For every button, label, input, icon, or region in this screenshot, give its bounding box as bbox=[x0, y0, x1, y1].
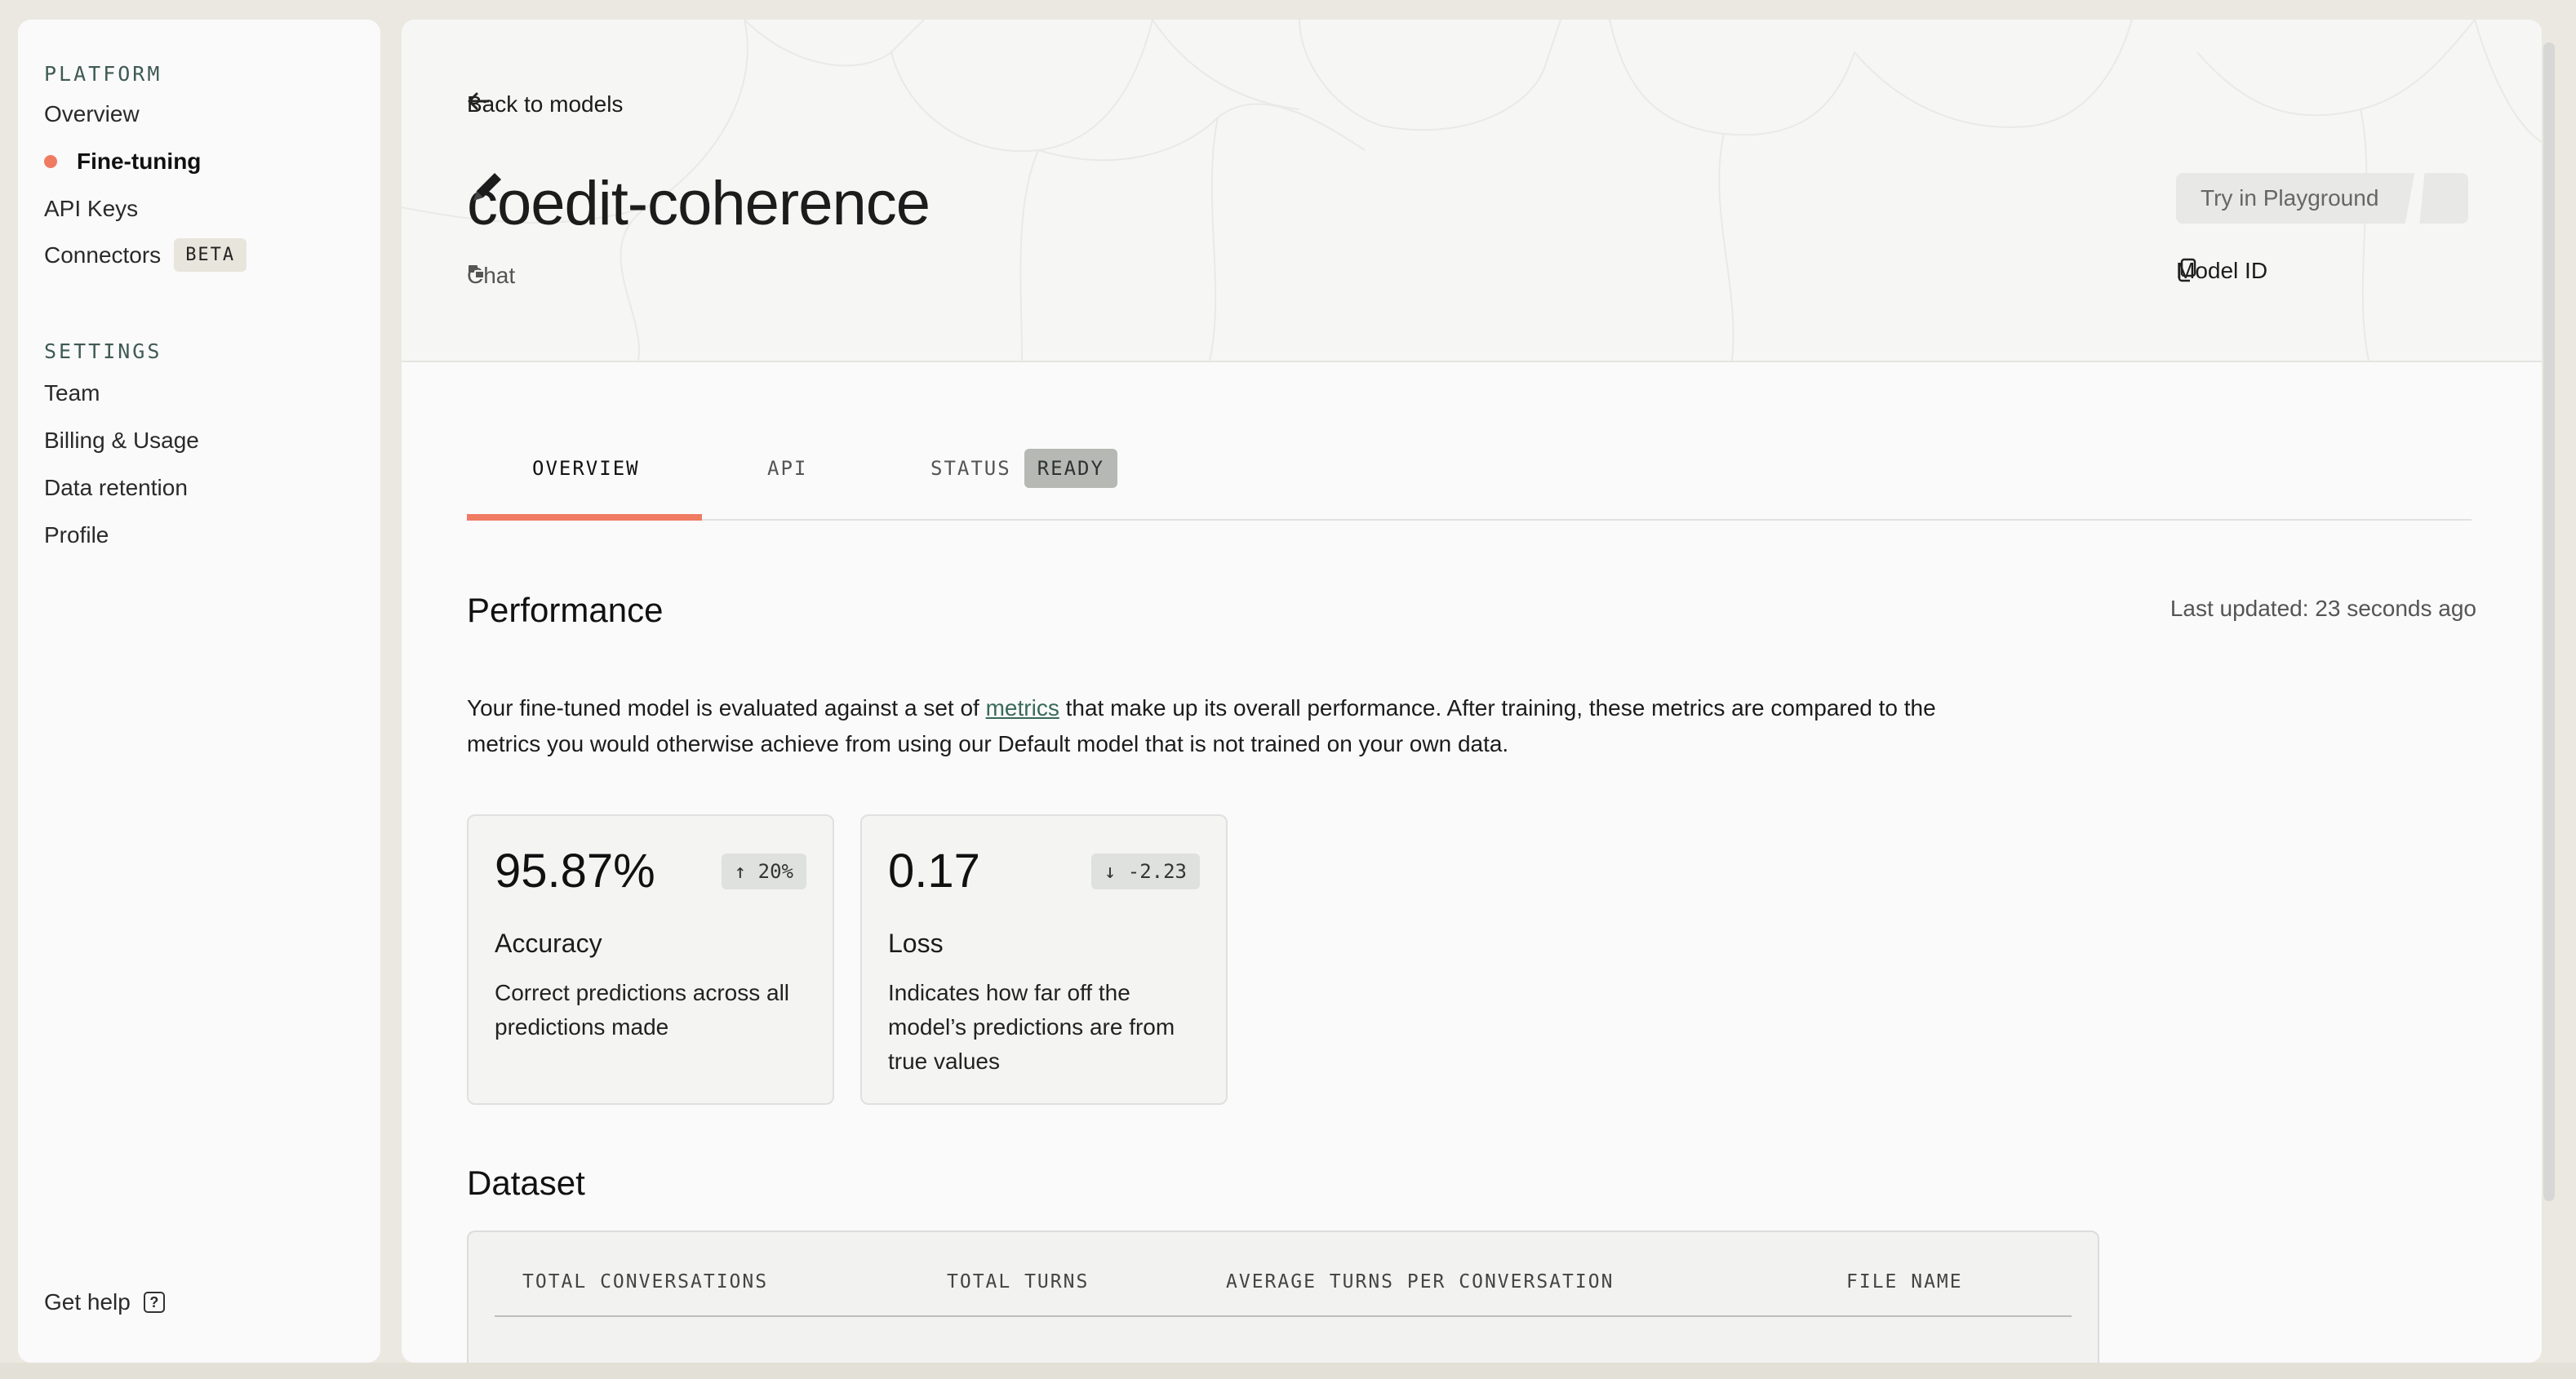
metrics-link[interactable]: metrics bbox=[986, 695, 1059, 721]
column-header: FILE NAME bbox=[1846, 1271, 1963, 1293]
main-panel: Back to models coedit-coherence Chat Try… bbox=[402, 20, 2542, 1363]
chat-icon bbox=[469, 265, 485, 279]
get-help-label: Get help bbox=[44, 1289, 131, 1315]
sidebar-item-label: Data retention bbox=[44, 475, 188, 500]
performance-description: Your fine-tuned model is evaluated again… bbox=[467, 690, 1969, 762]
sidebar-item-label: Overview bbox=[44, 101, 140, 126]
model-id-row: Model ID bbox=[2176, 258, 2267, 284]
sidebar-item-api-keys[interactable]: API Keys bbox=[44, 196, 138, 222]
metric-value: 95.87% bbox=[495, 845, 655, 898]
page-title-row: coedit-coherence bbox=[467, 168, 930, 239]
window-bottom-edge bbox=[0, 1363, 2576, 1379]
sidebar-item-connectors[interactable]: Connectors BETA bbox=[44, 238, 247, 272]
model-type: Chat bbox=[467, 263, 515, 289]
active-tab-indicator bbox=[467, 514, 702, 521]
tab-overview-label: OVERVIEW bbox=[532, 457, 640, 480]
status-badge: READY bbox=[1024, 449, 1117, 488]
column-header: TOTAL CONVERSATIONS bbox=[522, 1271, 769, 1293]
tab-status-label: STATUS bbox=[930, 457, 1011, 480]
beta-badge: BETA bbox=[174, 238, 247, 272]
sidebar-item-fine-tuning[interactable]: Fine-tuning bbox=[44, 149, 201, 175]
sidebar-item-label: API Keys bbox=[44, 196, 139, 221]
arrow-up-icon: ↑ bbox=[734, 860, 747, 883]
sidebar-item-data-retention[interactable]: Data retention bbox=[44, 475, 188, 501]
column-header: TOTAL TURNS bbox=[947, 1271, 1090, 1293]
copy-icon[interactable] bbox=[2176, 258, 2197, 282]
column-header: AVERAGE TURNS PER CONVERSATION bbox=[1226, 1271, 1614, 1293]
tab-api-label: API bbox=[767, 457, 808, 480]
settings-heading: SETTINGS bbox=[44, 339, 162, 363]
sidebar-item-label: Profile bbox=[44, 522, 109, 548]
metric-card-accuracy: 95.87% ↑ 20% Accuracy Correct prediction… bbox=[467, 814, 834, 1105]
desc-text-before: Your fine-tuned model is evaluated again… bbox=[467, 695, 986, 721]
try-in-playground-button[interactable]: Try in Playground bbox=[2176, 173, 2415, 224]
sidebar: PLATFORM Overview Fine-tuning API Keys C… bbox=[18, 20, 380, 1363]
metric-label: Loss bbox=[888, 929, 944, 958]
sidebar-item-label: Team bbox=[44, 380, 100, 406]
sidebar-item-label: Connectors bbox=[44, 242, 162, 268]
back-label: Back to models bbox=[467, 91, 624, 117]
sidebar-item-label: Fine-tuning bbox=[77, 149, 202, 174]
back-to-models-link[interactable]: Back to models bbox=[467, 91, 623, 118]
tab-overview[interactable]: OVERVIEW bbox=[532, 457, 640, 480]
page-title: coedit-coherence bbox=[467, 169, 930, 238]
metric-value: 0.17 bbox=[888, 845, 980, 898]
try-in-playground-label: Try in Playground bbox=[2201, 185, 2379, 211]
tab-api[interactable]: API bbox=[767, 457, 807, 480]
sidebar-item-profile[interactable]: Profile bbox=[44, 522, 109, 548]
metric-description: Indicates how far off the model’s predic… bbox=[888, 980, 1175, 1074]
metric-delta-badge: ↑ 20% bbox=[721, 854, 806, 889]
sidebar-item-billing[interactable]: Billing & Usage bbox=[44, 428, 199, 454]
platform-heading: PLATFORM bbox=[44, 62, 162, 86]
metric-delta: -2.23 bbox=[1127, 860, 1187, 883]
metric-label: Accuracy bbox=[495, 929, 602, 958]
dataset-title: Dataset bbox=[467, 1164, 585, 1202]
sidebar-item-label: Billing & Usage bbox=[44, 428, 199, 453]
get-help-link[interactable]: Get help ? bbox=[44, 1289, 165, 1315]
metric-description: Correct predictions across all predictio… bbox=[495, 980, 790, 1040]
open-external-button[interactable] bbox=[2419, 173, 2469, 224]
arrow-left-icon bbox=[468, 92, 490, 110]
tab-status[interactable]: STATUS READY bbox=[930, 449, 1117, 488]
edit-pencil-icon[interactable] bbox=[467, 168, 506, 207]
question-icon: ? bbox=[143, 1292, 165, 1313]
try-in-playground-group: Try in Playground bbox=[2176, 173, 2469, 224]
sidebar-item-overview[interactable]: Overview bbox=[44, 101, 140, 127]
active-indicator-dot bbox=[44, 155, 57, 168]
sidebar-item-team[interactable]: Team bbox=[44, 380, 100, 406]
last-updated: Last updated: 23 seconds ago bbox=[2170, 596, 2476, 621]
scrollbar[interactable] bbox=[2543, 42, 2555, 1201]
performance-title: Performance bbox=[467, 591, 664, 629]
table-header-divider bbox=[495, 1315, 2072, 1317]
dataset-table: TOTAL CONVERSATIONS TOTAL TURNS AVERAGE … bbox=[467, 1230, 2099, 1363]
metric-delta: 20% bbox=[757, 860, 793, 883]
arrow-down-icon: ↓ bbox=[1104, 860, 1117, 883]
metric-delta-badge: ↓ -2.23 bbox=[1090, 854, 1200, 889]
tab-bar: OVERVIEW API STATUS READY bbox=[467, 437, 2472, 521]
metric-card-loss: 0.17 ↓ -2.23 Loss Indicates how far off … bbox=[860, 814, 1228, 1105]
header-hero: Back to models coedit-coherence Chat Try… bbox=[402, 20, 2542, 362]
